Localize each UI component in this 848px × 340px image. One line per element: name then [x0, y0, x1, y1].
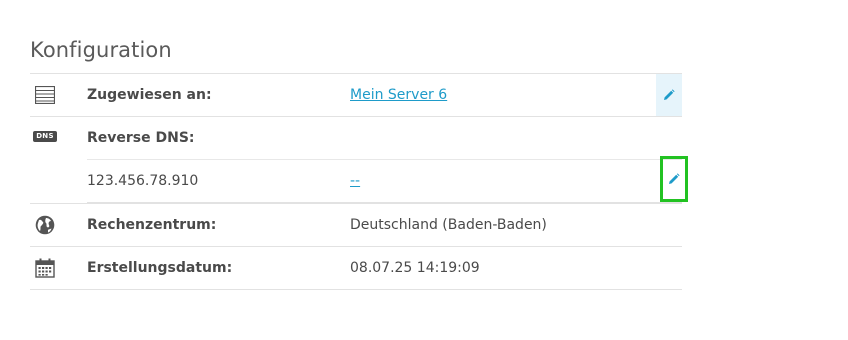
datacenter-row: Rechenzentrum: Deutschland (Baden-Baden) — [30, 203, 682, 247]
edit-assigned-button[interactable] — [656, 74, 682, 116]
reverse-dns-label: Reverse DNS: — [87, 130, 195, 146]
created-value: 08.07.25 14:19:09 — [350, 260, 480, 276]
pencil-icon — [669, 173, 680, 184]
datacenter-label: Rechenzentrum: — [87, 217, 217, 233]
reverse-dns-value-link[interactable]: -- — [350, 173, 360, 189]
server-list-icon — [30, 74, 60, 116]
created-row: Erstellungsdatum: 08.07.25 14:19:09 — [30, 247, 682, 290]
reverse-dns-row: DNS Reverse DNS: — [30, 117, 682, 159]
pencil-icon — [664, 89, 675, 100]
configuration-table: Zugewiesen an: Mein Server 6 DNS Reverse… — [30, 73, 688, 290]
created-label: Erstellungsdatum: — [87, 260, 233, 276]
assigned-label: Zugewiesen an: — [87, 87, 212, 103]
assigned-server-link[interactable]: Mein Server 6 — [350, 87, 447, 103]
edit-reverse-dns-button[interactable] — [660, 156, 688, 202]
section-title: Konfiguration — [30, 38, 172, 62]
reverse-dns-ip: 123.456.78.910 — [87, 173, 199, 189]
reverse-dns-value-cell: -- — [350, 160, 360, 202]
datacenter-value: Deutschland (Baden-Baden) — [350, 217, 547, 233]
dns-badge-icon: DNS — [30, 117, 60, 159]
assigned-value-cell: Mein Server 6 — [350, 74, 447, 116]
calendar-icon — [30, 247, 60, 289]
reverse-dns-entry-row: 123.456.78.910 -- — [87, 156, 688, 203]
globe-icon — [30, 204, 60, 246]
assigned-row: Zugewiesen an: Mein Server 6 — [30, 74, 682, 117]
